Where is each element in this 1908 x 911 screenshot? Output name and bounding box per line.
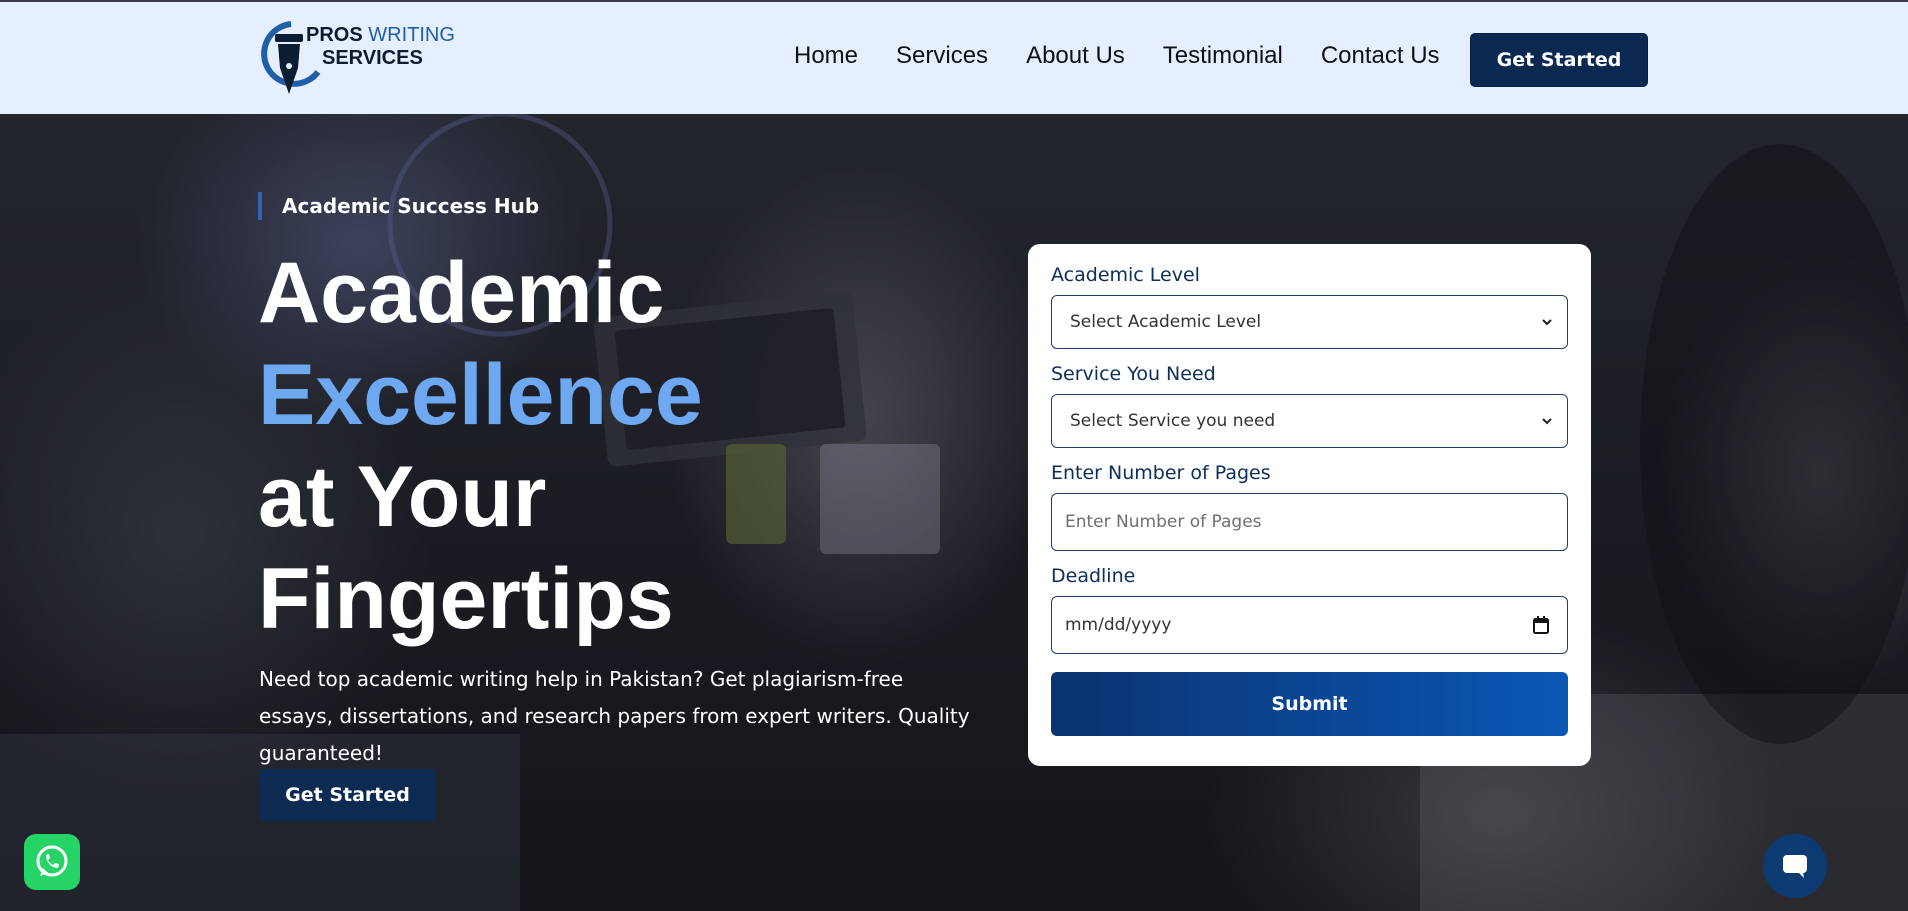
- calendar-icon[interactable]: [1533, 616, 1549, 634]
- nav-about-us[interactable]: About Us: [1026, 42, 1125, 70]
- hero-description: Need top academic writing help in Pakist…: [259, 667, 970, 765]
- headline-line-4: Fingertips: [258, 551, 674, 647]
- hero-get-started-button[interactable]: Get Started: [259, 769, 436, 821]
- academic-level-select[interactable]: Select Academic Level: [1051, 295, 1568, 349]
- deadline-placeholder: mm/dd/yyyy: [1065, 615, 1172, 635]
- site-header: PROS WRITING SERVICES Home Services Abou…: [0, 0, 1908, 114]
- whatsapp-icon: [36, 845, 68, 877]
- pages-placeholder: Enter Number of Pages: [1065, 512, 1262, 532]
- hero-headline: Academic Excellence at Your Fingertips: [258, 242, 703, 650]
- chat-widget-button[interactable]: [1763, 834, 1827, 898]
- whatsapp-button[interactable]: [24, 834, 80, 890]
- pages-input[interactable]: Enter Number of Pages: [1051, 493, 1568, 551]
- logo-services: SERVICES: [322, 47, 423, 69]
- chat-icon: [1783, 855, 1807, 878]
- headline-accent: Excellence: [258, 347, 703, 443]
- pages-field: Enter Number of Pages Enter Number of Pa…: [1051, 462, 1568, 551]
- academic-level-value: Select Academic Level: [1070, 312, 1262, 332]
- headline-line-1: Academic: [258, 245, 665, 341]
- deadline-label: Deadline: [1051, 565, 1136, 587]
- service-field: Service You Need Select Service you need: [1051, 363, 1568, 448]
- logo-pros: PROS: [306, 24, 363, 46]
- submit-button[interactable]: Submit: [1051, 672, 1568, 736]
- order-form: Academic Level Select Academic Level Ser…: [1028, 244, 1591, 766]
- logo-wordmark: PROS WRITING SERVICES: [306, 24, 455, 70]
- nav-services[interactable]: Services: [896, 42, 988, 70]
- service-value: Select Service you need: [1070, 411, 1276, 431]
- logo-writing: WRITING: [368, 24, 455, 46]
- nav-contact-us[interactable]: Contact Us: [1321, 42, 1440, 70]
- headline-line-3: at Your: [258, 449, 547, 545]
- service-select[interactable]: Select Service you need: [1051, 394, 1568, 448]
- service-label: Service You Need: [1051, 363, 1216, 385]
- hero-section: Academic Success Hub Academic Excellence…: [0, 114, 1908, 911]
- nav-testimonial[interactable]: Testimonial: [1163, 42, 1283, 70]
- deadline-input[interactable]: mm/dd/yyyy: [1051, 596, 1568, 654]
- site-logo[interactable]: PROS WRITING SERVICES: [258, 20, 458, 100]
- chevron-down-icon: [1542, 319, 1552, 326]
- header-get-started-button[interactable]: Get Started: [1470, 33, 1648, 87]
- deadline-field: Deadline mm/dd/yyyy: [1051, 565, 1568, 654]
- academic-level-field: Academic Level Select Academic Level: [1051, 264, 1568, 349]
- pages-label: Enter Number of Pages: [1051, 462, 1271, 484]
- chevron-down-icon: [1542, 418, 1552, 425]
- hero-kicker: Academic Success Hub: [258, 192, 539, 220]
- main-nav: Home Services About Us Testimonial Conta…: [794, 42, 1478, 70]
- academic-level-label: Academic Level: [1051, 264, 1200, 286]
- nav-home[interactable]: Home: [794, 42, 858, 70]
